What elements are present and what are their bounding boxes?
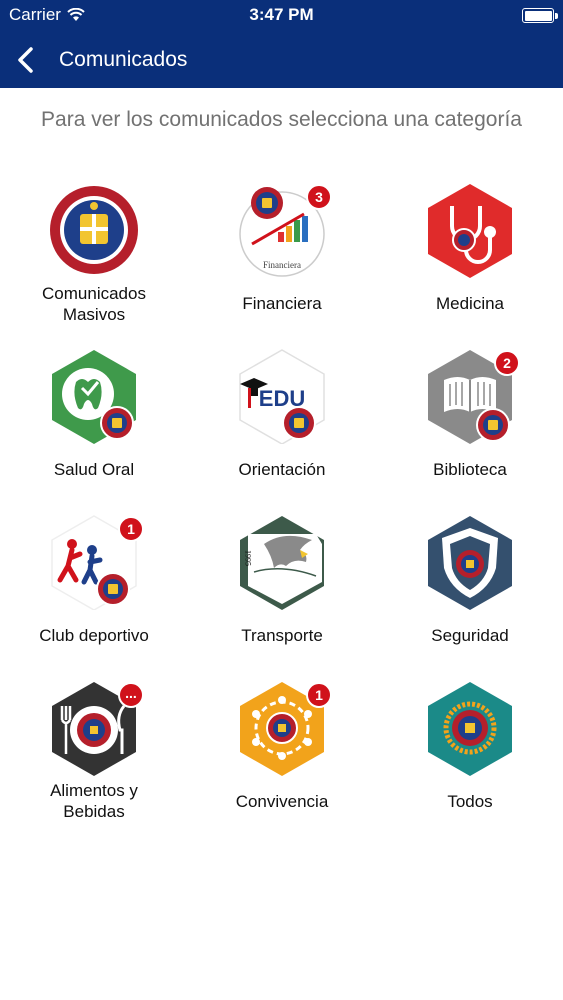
eagle-icon: 1995 <box>240 516 324 610</box>
category-label: Comunicados Masivos <box>42 284 146 324</box>
category-label: Transporte <box>241 626 323 645</box>
category-seguridad[interactable]: Seguridad <box>376 512 563 672</box>
battery-icon <box>522 8 558 23</box>
category-todos[interactable]: Todos <box>376 678 563 838</box>
notification-badge: 3 <box>306 184 332 210</box>
school-seal-icon <box>282 406 316 440</box>
notification-badge: 1 <box>306 682 332 708</box>
category-label: Orientación <box>238 460 326 479</box>
notification-badge: 2 <box>494 350 520 376</box>
page-title: Comunicados <box>59 48 188 71</box>
chevron-left-icon <box>18 47 33 73</box>
category-transporte[interactable]: 1995 Transporte <box>188 512 376 672</box>
category-label: Alimentos y Bebidas <box>50 781 138 821</box>
category-label: Medicina <box>435 294 505 313</box>
status-bar: Carrier 3:47 PM <box>0 0 563 30</box>
category-label: Todos <box>447 792 493 811</box>
year-icon-text: 1995 <box>244 550 253 566</box>
category-label: Biblioteca <box>433 460 507 479</box>
category-label: Seguridad <box>431 626 509 645</box>
top-bar: Carrier 3:47 PM Comunicados <box>0 0 563 88</box>
stethoscope-icon <box>428 184 512 278</box>
instructions-text: Para ver los comunicados selecciona una … <box>41 108 522 131</box>
school-seal-icon <box>96 572 130 606</box>
category-comunicados-masivos[interactable]: Comunicados Masivos <box>0 180 188 340</box>
category-club-deportivo[interactable]: 1 Club deportivo <box>0 512 188 672</box>
status-time: 3:47 PM <box>249 5 314 24</box>
school-seal-icon <box>50 186 138 274</box>
back-button[interactable] <box>10 44 40 76</box>
category-label: Salud Oral <box>53 460 135 479</box>
category-label: Convivencia <box>235 792 329 811</box>
category-convivencia[interactable]: 1 Convivencia <box>188 678 376 838</box>
all-seal-icon <box>428 682 512 776</box>
category-medicina[interactable]: Medicina <box>376 180 563 340</box>
notification-badge: ... <box>118 682 144 708</box>
category-orientacion[interactable]: EDU Orientación <box>188 346 376 506</box>
category-salud-oral[interactable]: Salud Oral <box>0 346 188 506</box>
category-label: Club deportivo <box>39 626 149 645</box>
school-seal-icon <box>251 187 283 219</box>
category-biblioteca[interactable]: 2 Biblioteca <box>376 346 563 506</box>
nav-bar: Comunicados <box>0 36 563 84</box>
financiera-icon-text: Financiera <box>263 260 301 270</box>
school-seal-icon <box>100 406 134 440</box>
school-seal-icon <box>476 408 510 442</box>
shield-icon <box>428 516 512 610</box>
category-label: Financiera <box>242 294 322 313</box>
category-financiera[interactable]: Financiera 3 Financiera <box>188 180 376 340</box>
notification-badge: 1 <box>118 516 144 542</box>
category-alimentos-bebidas[interactable]: ... Alimentos y Bebidas <box>0 678 188 838</box>
